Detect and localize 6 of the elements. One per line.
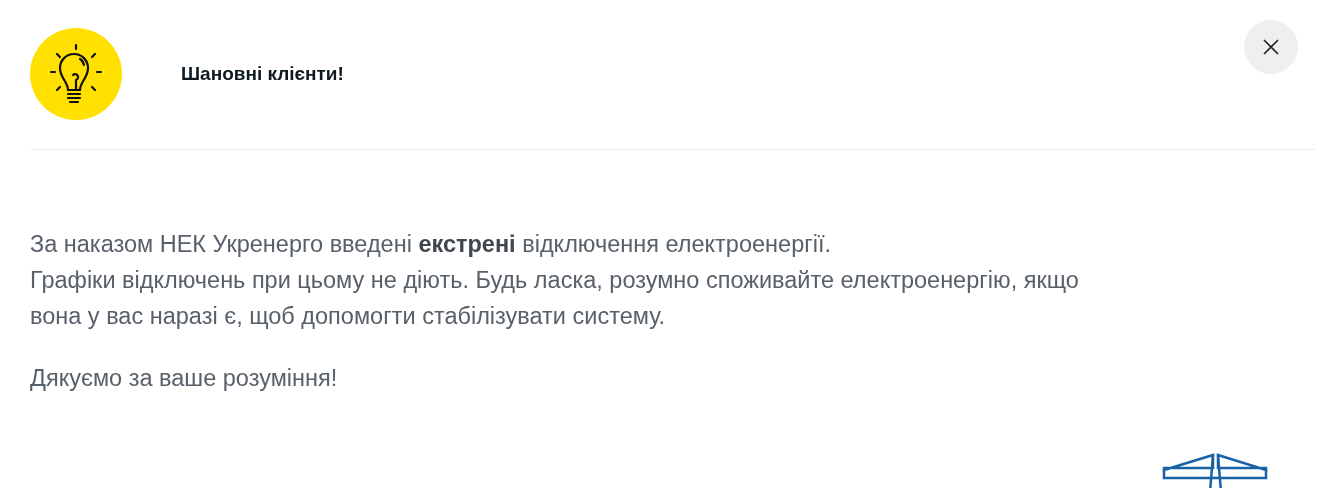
- message-paragraph: За наказом НЕК Укренерго введені екстрені відключення електроенергії. Графіки відключень при цьому не діють. Будь ласка, розумно споживайте електроенергію, якщо вона у вас наразі є, щоб допомогти стабілізувати систему.: [30, 230, 1080, 331]
- notice-title: Шановні клієнти!: [181, 63, 345, 85]
- message-paragraph: Дякуємо за ваше розуміння!: [30, 364, 339, 393]
- lightbulb-icon: [30, 28, 122, 120]
- close-icon: [1262, 38, 1280, 56]
- pylon-logo-icon: [1162, 452, 1268, 488]
